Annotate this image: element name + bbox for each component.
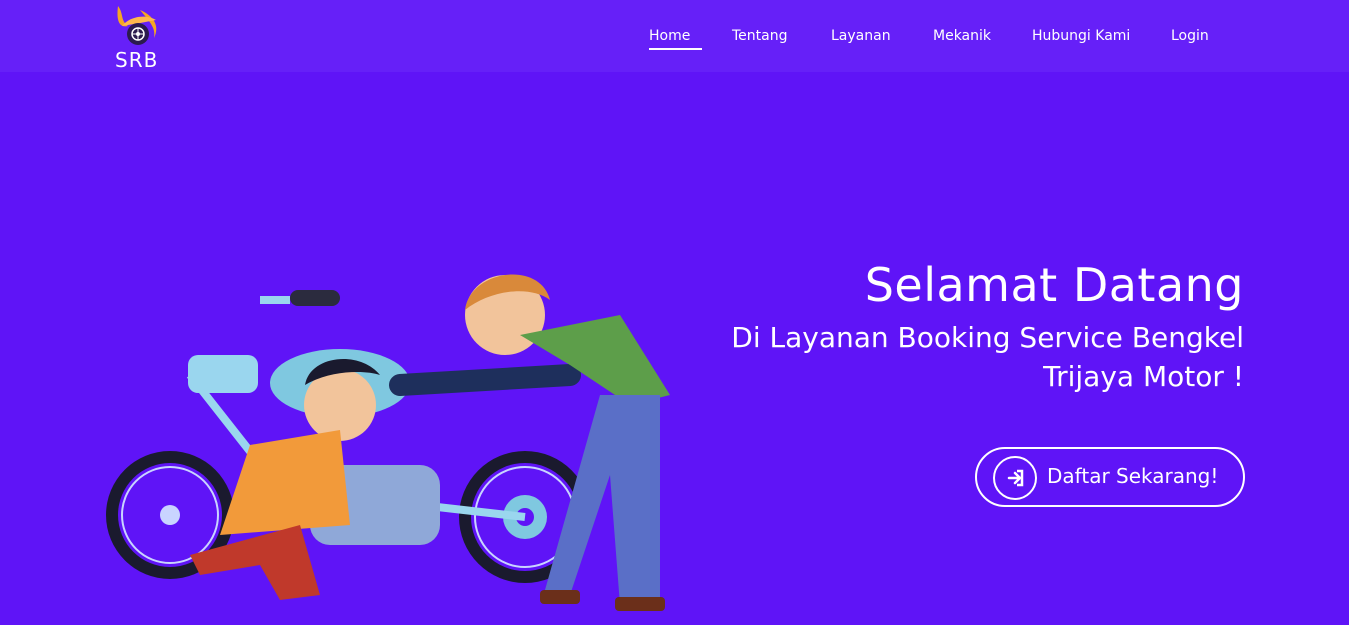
logo-text: SRB (115, 48, 159, 72)
register-now-button[interactable]: Daftar Sekarang! (975, 447, 1245, 507)
mechanics-motorcycle-illustration (100, 255, 690, 625)
nav-hubungi-kami[interactable]: Hubungi Kami (1032, 26, 1130, 46)
hero-title: Selamat Datang (864, 258, 1244, 312)
nav-tentang[interactable]: Tentang (732, 26, 788, 46)
nav-home[interactable]: Home (649, 26, 703, 50)
navbar: SRB Home Tentang Layanan Mekanik Hubungi… (0, 0, 1349, 72)
nav-mekanik[interactable]: Mekanik (933, 26, 991, 46)
main-nav: Home Tentang Layanan Mekanik Hubungi Kam… (0, 26, 1349, 50)
nav-layanan[interactable]: Layanan (831, 26, 891, 46)
nav-login[interactable]: Login (1171, 26, 1209, 46)
hero-subtitle-line2: Trijaya Motor ! (1043, 360, 1244, 393)
sign-in-icon (993, 456, 1037, 500)
register-now-label: Daftar Sekarang! (1047, 464, 1219, 488)
hero-subtitle-line1: Di Layanan Booking Service Bengkel (731, 321, 1244, 354)
hero-subtitle: Di Layanan Booking Service Bengkel Trija… (624, 318, 1244, 396)
